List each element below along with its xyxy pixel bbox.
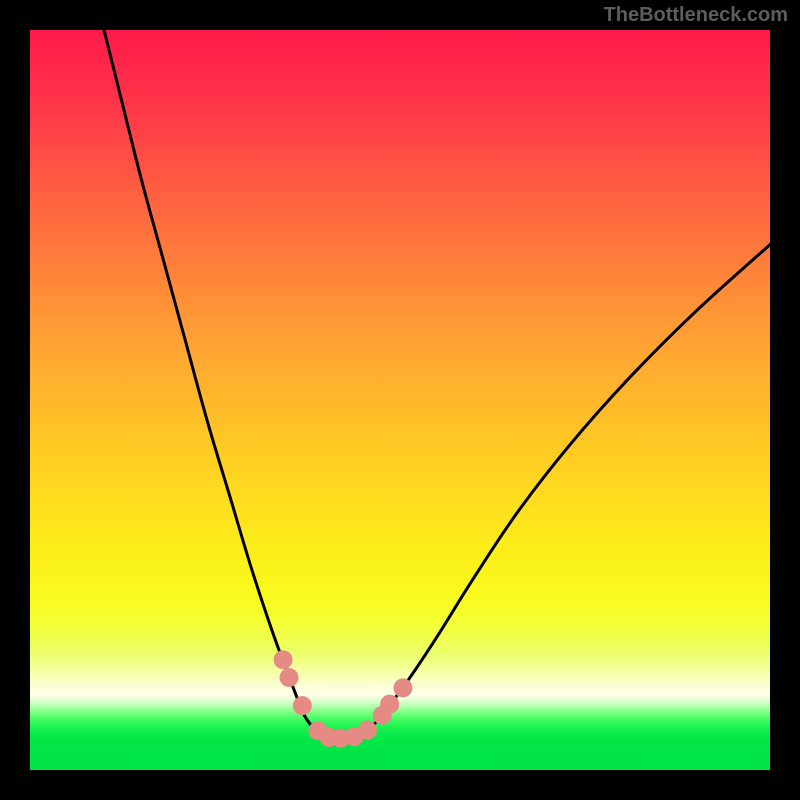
watermark-text: TheBottleneck.com	[604, 4, 788, 27]
chart-frame: TheBottleneck.com	[0, 0, 800, 800]
plot-background	[30, 30, 770, 770]
